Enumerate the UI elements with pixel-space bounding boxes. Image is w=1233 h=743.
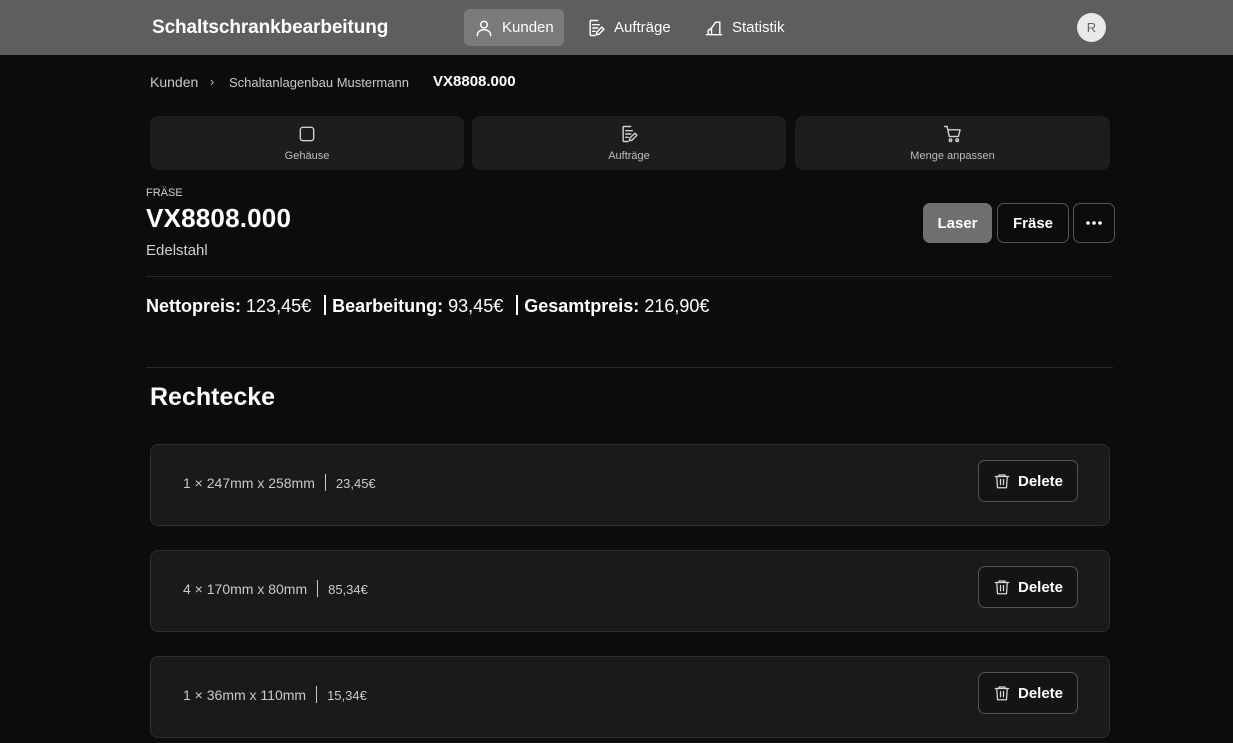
delete-button[interactable]: Delete xyxy=(978,460,1078,502)
trash-icon xyxy=(994,580,1010,595)
rectangle-dimensions: 1 × 247mm x 258mm xyxy=(183,475,315,491)
chart-icon xyxy=(705,20,723,35)
square-icon xyxy=(299,126,315,142)
nav-kunden[interactable]: Kunden xyxy=(464,9,564,46)
nav-statistik[interactable]: Statistik xyxy=(694,9,795,46)
separator xyxy=(324,295,327,315)
processing-price-label: Bearbeitung: xyxy=(332,296,444,316)
delete-button[interactable]: Delete xyxy=(978,672,1078,714)
divider xyxy=(146,367,1113,368)
cart-icon xyxy=(943,125,961,143)
trash-icon xyxy=(994,686,1010,701)
processing-price-value: 93,45€ xyxy=(448,296,504,316)
tab-gehaeuse-label: Gehäuse xyxy=(284,150,330,162)
separator xyxy=(316,686,318,703)
document-edit-icon xyxy=(589,19,605,36)
list-item: 4 × 170mm x 80mm 85,34€ Delete xyxy=(150,550,1110,632)
tab-auftraege[interactable]: Aufträge xyxy=(472,116,786,170)
divider xyxy=(146,276,1113,277)
top-navigation-bar: Schaltschrankbearbeitung Kunden Aufträge… xyxy=(0,0,1233,55)
list-item: 1 × 247mm x 258mm 23,45€ Delete xyxy=(150,444,1110,526)
price-summary: Nettopreis: 123,45€ Bearbeitung: 93,45€ … xyxy=(146,295,709,317)
net-price-label: Nettopreis: xyxy=(146,296,242,316)
nav-auftraege-label: Aufträge xyxy=(614,19,671,36)
part-kicker: FRÄSE xyxy=(146,187,183,199)
rectangle-price: 23,45€ xyxy=(335,476,376,491)
page-title: VX8808.000 xyxy=(146,203,292,233)
tab-menge-anpassen[interactable]: Menge anpassen xyxy=(795,116,1110,170)
fraese-button[interactable]: Fräse xyxy=(997,203,1069,243)
delete-label: Delete xyxy=(1017,578,1064,596)
separator xyxy=(516,295,519,315)
user-icon xyxy=(476,20,492,36)
total-price-label: Gesamtpreis: xyxy=(524,296,640,316)
app-title[interactable]: Schaltschrankbearbeitung xyxy=(152,17,388,39)
trash-icon xyxy=(994,474,1010,489)
rectangle-info: 4 × 170mm x 80mm 85,34€ xyxy=(183,580,368,597)
rectangle-info: 1 × 247mm x 258mm 23,45€ xyxy=(183,474,376,491)
breadcrumb-current: VX8808.000 xyxy=(433,73,516,90)
laser-button[interactable]: Laser xyxy=(923,203,992,243)
rectangle-dimensions: 4 × 170mm x 80mm xyxy=(183,581,308,597)
tab-auftraege-label: Aufträge xyxy=(608,150,650,162)
section-title: Rechtecke xyxy=(150,383,276,411)
part-material: Edelstahl xyxy=(146,242,208,259)
nav-kunden-label: Kunden xyxy=(502,19,554,36)
separator xyxy=(324,474,326,491)
separator xyxy=(317,580,319,597)
user-avatar[interactable]: R xyxy=(1077,13,1106,42)
nav-auftraege[interactable]: Aufträge xyxy=(576,9,681,46)
delete-label: Delete xyxy=(1017,684,1064,702)
tab-gehaeuse[interactable]: Gehäuse xyxy=(150,116,464,170)
delete-button[interactable]: Delete xyxy=(978,566,1078,608)
rectangle-price: 15,34€ xyxy=(327,688,367,703)
more-options-button[interactable] xyxy=(1073,203,1115,243)
document-edit-icon xyxy=(622,125,638,143)
breadcrumb-kunden[interactable]: Kunden xyxy=(150,74,198,90)
rectangle-dimensions: 1 × 36mm x 110mm xyxy=(183,687,307,703)
net-price-value: 123,45€ xyxy=(246,296,312,316)
total-price-value: 216,90€ xyxy=(644,296,710,316)
breadcrumb-customer[interactable]: Schaltanlagenbau Mustermann xyxy=(229,75,409,90)
delete-label: Delete xyxy=(1017,472,1064,490)
tab-menge-anpassen-label: Menge anpassen xyxy=(910,150,995,162)
more-horizontal-icon xyxy=(1086,221,1102,225)
chevron-right-icon: › xyxy=(210,74,215,89)
rectangle-info: 1 × 36mm x 110mm 15,34€ xyxy=(183,686,367,703)
nav-statistik-label: Statistik xyxy=(732,19,785,36)
rectangle-price: 85,34€ xyxy=(328,582,368,597)
list-item: 1 × 36mm x 110mm 15,34€ Delete xyxy=(150,656,1110,738)
